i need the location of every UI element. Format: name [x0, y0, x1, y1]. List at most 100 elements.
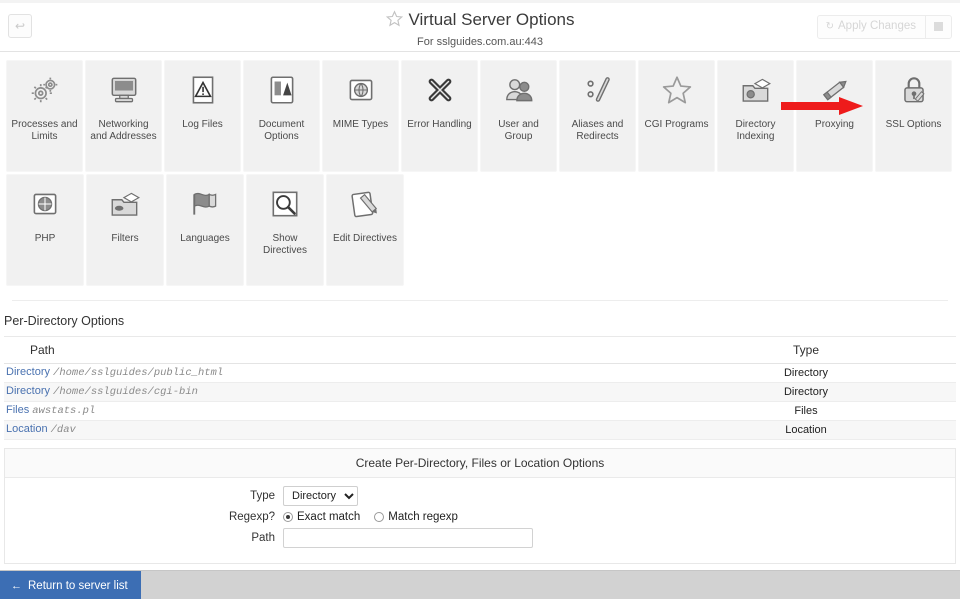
refresh-icon: ↻ — [826, 21, 834, 32]
left-arrow-icon: ← — [11, 580, 22, 592]
table-row: Filesawstats.plFiles — [4, 402, 956, 421]
module-tile-label: Filters — [87, 233, 163, 245]
module-tile-php[interactable]: PHP — [6, 174, 84, 286]
module-tile-filters[interactable]: Filters — [86, 174, 164, 286]
module-tile-ssl-options[interactable]: SSL Options — [875, 60, 952, 172]
create-options-panel: Create Per-Directory, Files or Location … — [4, 448, 956, 564]
module-tile-document-options[interactable]: Document Options — [243, 60, 320, 172]
module-tile-log-files[interactable]: Log Files — [164, 60, 241, 172]
path-link[interactable]: Directory — [6, 366, 50, 378]
module-tile-mime-types[interactable]: MIME Types — [322, 60, 399, 172]
type-field: Directory — [283, 486, 358, 506]
radio-exact-match[interactable]: Exact match — [283, 511, 360, 523]
grid-divider — [12, 300, 948, 301]
apply-changes-label: Apply Changes — [838, 20, 916, 32]
return-button-label: Return to server list — [28, 580, 128, 592]
path-input[interactable] — [283, 528, 533, 548]
module-tile-label: MIME Types — [323, 119, 398, 131]
module-tile-label: User and Group — [481, 119, 556, 143]
page-title: Virtual Server Options — [386, 9, 575, 33]
form-row-path: Path — [5, 528, 955, 548]
module-tile-label: Networking and Addresses — [86, 119, 161, 143]
table-row: Directory/home/sslguides/public_htmlDire… — [4, 364, 956, 383]
monitor-icon — [86, 61, 161, 119]
radio-match-regexp-label: Match regexp — [388, 511, 458, 523]
path-value: /dav — [51, 424, 76, 436]
radio-exact-match-label: Exact match — [297, 511, 360, 523]
table-row: Directory/home/sslguides/cgi-binDirector… — [4, 383, 956, 402]
star-outline-icon[interactable] — [386, 10, 403, 33]
icon-grid-row-2: PHPFilters Languages Show Directives Edit D… — [6, 174, 954, 286]
php-globe-icon — [7, 175, 83, 233]
module-tile-label: CGI Programs — [639, 119, 714, 131]
module-tile-label: Error Handling — [402, 119, 477, 131]
table-body: Directory/home/sslguides/public_htmlDire… — [4, 364, 956, 440]
page-subtitle: For sslguides.com.au:443 — [0, 35, 960, 49]
cell-path: Directory/home/sslguides/cgi-bin — [4, 383, 656, 402]
apply-changes-button[interactable]: ↻ Apply Changes — [818, 16, 926, 38]
module-tile-processes-and-limits[interactable]: Processes and Limits — [6, 60, 83, 172]
path-link[interactable]: Files — [6, 404, 29, 416]
table-header-row: Path Type — [4, 337, 956, 364]
page-title-text: Virtual Server Options — [409, 10, 575, 29]
module-tile-label: Show Directives — [247, 233, 323, 257]
module-tile-networking-and-addresses[interactable]: Networking and Addresses — [85, 60, 162, 172]
module-tile-label: Document Options — [244, 119, 319, 143]
folder-filter-icon — [87, 175, 163, 233]
module-tile-label: Languages — [167, 233, 243, 245]
x-cross-icon — [402, 61, 477, 119]
pencil-diagonal-icon — [797, 61, 872, 119]
warning-triangle-document-icon — [165, 61, 240, 119]
path-link[interactable]: Directory — [6, 385, 50, 397]
module-tile-proxying[interactable]: Proxying — [796, 60, 873, 172]
users-group-icon — [481, 61, 556, 119]
radio-match-regexp-dot — [374, 512, 384, 522]
cell-type: Directory — [656, 383, 956, 402]
module-tile-label: Edit Directives — [327, 233, 403, 245]
document-page-icon — [244, 61, 319, 119]
flag-icon — [167, 175, 243, 233]
cell-type: Directory — [656, 364, 956, 383]
type-select[interactable]: Directory — [283, 486, 358, 506]
cell-path: Location/dav — [4, 421, 656, 440]
type-label: Type — [5, 490, 283, 502]
radio-exact-match-dot — [283, 512, 293, 522]
per-directory-section-title: Per-Directory Options — [4, 314, 960, 328]
cell-path: Directory/home/sslguides/public_html — [4, 364, 656, 383]
path-value: /home/sslguides/public_html — [53, 367, 223, 379]
path-link[interactable]: Location — [6, 423, 48, 435]
module-tile-label: Proxying — [797, 119, 872, 131]
gears-icon — [7, 61, 82, 119]
module-tile-aliases-and-redirects[interactable]: Aliases and Redirects — [559, 60, 636, 172]
module-tile-directory-indexing[interactable]: Directory Indexing — [717, 60, 794, 172]
module-icon-grid: Processes and LimitsNetworking and Addre… — [0, 52, 960, 301]
create-panel-title: Create Per-Directory, Files or Location … — [5, 449, 955, 478]
create-form: Type Directory Regexp? Exact match Match… — [5, 478, 955, 563]
module-tile-error-handling[interactable]: Error Handling — [401, 60, 478, 172]
module-tile-languages[interactable]: Languages — [166, 174, 244, 286]
path-field — [283, 528, 533, 548]
table-header: Path Type — [4, 337, 956, 364]
per-directory-table: Path Type Directory/home/sslguides/publi… — [4, 336, 956, 440]
module-tile-user-and-group[interactable]: User and Group — [480, 60, 557, 172]
module-tile-cgi-programs[interactable]: CGI Programs — [638, 60, 715, 172]
column-header-path: Path — [4, 337, 656, 364]
path-value: awstats.pl — [32, 405, 95, 417]
header-top-strip — [0, 0, 960, 3]
form-row-regexp: Regexp? Exact match Match regexp — [5, 511, 955, 523]
stop-button[interactable] — [926, 16, 951, 38]
module-tile-edit-directives[interactable]: Edit Directives — [326, 174, 404, 286]
module-tile-label: Directory Indexing — [718, 119, 793, 143]
table-row: Location/davLocation — [4, 421, 956, 440]
column-header-type: Type — [656, 337, 956, 364]
magnifier-page-icon — [247, 175, 323, 233]
icon-grid-row-1: Processes and LimitsNetworking and Addre… — [6, 60, 954, 172]
stop-square-icon — [934, 22, 943, 31]
radio-match-regexp[interactable]: Match regexp — [374, 511, 458, 523]
slash-dots-icon — [560, 61, 635, 119]
return-to-server-list-button[interactable]: ← Return to server list — [0, 571, 141, 599]
page-header: ↩ Virtual Server Options For sslguides.c… — [0, 0, 960, 52]
module-tile-show-directives[interactable]: Show Directives — [246, 174, 324, 286]
module-tile-label: SSL Options — [876, 119, 951, 131]
module-tile-label: Log Files — [165, 119, 240, 131]
